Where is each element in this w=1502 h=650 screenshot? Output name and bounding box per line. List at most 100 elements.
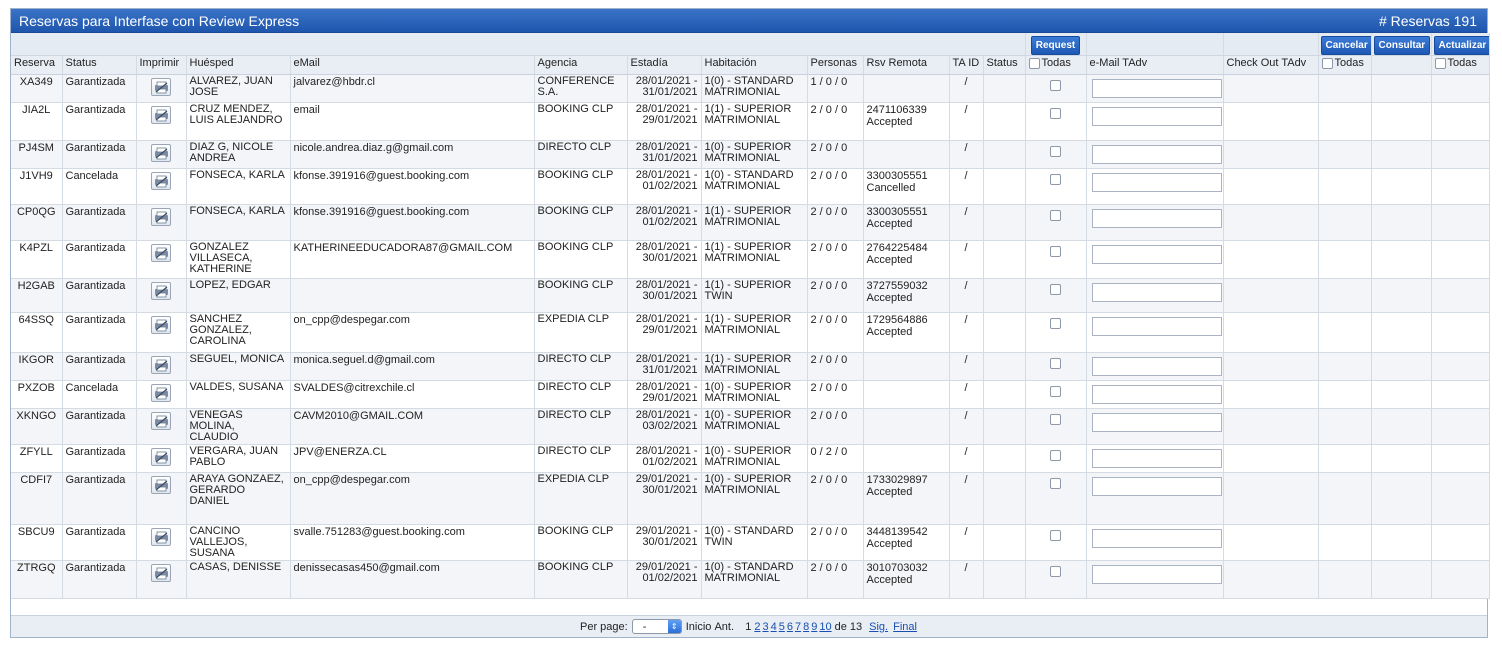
reservation-id[interactable]: IKGOR xyxy=(11,352,63,381)
page-link[interactable]: 3 xyxy=(762,621,768,633)
request-checkbox[interactable] xyxy=(1050,478,1061,489)
request-checkbox[interactable] xyxy=(1050,174,1061,185)
request-checkbox[interactable] xyxy=(1050,566,1061,577)
page-link[interactable]: 6 xyxy=(787,621,793,633)
col-estadia[interactable]: Estadía xyxy=(627,55,702,75)
email-tadv-input[interactable] xyxy=(1091,413,1222,432)
print-icon[interactable] xyxy=(151,282,171,300)
request-checkbox[interactable] xyxy=(1050,284,1061,295)
page-link[interactable]: 7 xyxy=(795,621,801,633)
email-tadv-input[interactable] xyxy=(1091,565,1222,584)
print-icon[interactable] xyxy=(151,244,171,262)
reservation-id[interactable]: XA349 xyxy=(11,74,63,103)
email-tadv-input[interactable] xyxy=(1091,283,1222,302)
reservation-id[interactable]: H2GAB xyxy=(11,278,63,313)
col-status-tadv[interactable]: Status xyxy=(983,55,1026,75)
print-icon[interactable] xyxy=(151,384,171,402)
request-checkbox[interactable] xyxy=(1050,146,1061,157)
email-tadv-input[interactable] xyxy=(1091,173,1222,192)
print-icon[interactable] xyxy=(151,476,171,494)
print-icon[interactable] xyxy=(151,356,171,374)
print-icon[interactable] xyxy=(151,144,171,162)
agency: BOOKING CLP xyxy=(534,168,628,205)
reservation-id[interactable]: 64SSQ xyxy=(11,312,63,353)
reservation-id[interactable]: CP0QG xyxy=(11,204,63,241)
print-icon[interactable] xyxy=(151,448,171,466)
col-rsv-remota[interactable]: Rsv Remota xyxy=(863,55,950,75)
select-all-update-checkbox[interactable] xyxy=(1434,57,1446,69)
email-tadv-input[interactable] xyxy=(1091,449,1222,468)
update-button[interactable]: Actualizar xyxy=(1433,36,1488,55)
tadv-status xyxy=(983,168,1026,205)
col-reserva[interactable]: Reserva xyxy=(11,55,63,75)
col-email[interactable]: eMail xyxy=(290,55,535,75)
email-tadv-input[interactable] xyxy=(1091,529,1222,548)
col-status[interactable]: Status xyxy=(62,55,137,75)
print-icon[interactable] xyxy=(151,528,171,546)
reservation-id[interactable]: XKNGO xyxy=(11,408,63,445)
reservation-status: Garantizada xyxy=(62,444,137,473)
print-icon[interactable] xyxy=(151,412,171,430)
reservation-id[interactable]: J1VH9 xyxy=(11,168,63,205)
request-checkbox[interactable] xyxy=(1050,450,1061,461)
col-email-tadv[interactable]: e-Mail TAdv xyxy=(1086,55,1224,75)
print-icon[interactable] xyxy=(151,106,171,124)
last-page-link[interactable]: Final xyxy=(893,621,917,633)
select-all-request-checkbox[interactable] xyxy=(1028,57,1040,69)
col-habitacion[interactable]: Habitación xyxy=(701,55,808,75)
request-checkbox[interactable] xyxy=(1050,386,1061,397)
request-checkbox[interactable] xyxy=(1050,246,1061,257)
email-tadv-input[interactable] xyxy=(1091,79,1222,98)
select-all-checkout-checkbox[interactable] xyxy=(1321,57,1333,69)
page-link[interactable]: 5 xyxy=(779,621,785,633)
print-icon[interactable] xyxy=(151,316,171,334)
page-link[interactable]: 9 xyxy=(811,621,817,633)
email-tadv-input[interactable] xyxy=(1091,209,1222,228)
page-link[interactable]: 10 xyxy=(819,621,831,633)
page-link[interactable]: 4 xyxy=(771,621,777,633)
col-agencia[interactable]: Agencia xyxy=(534,55,628,75)
print-icon[interactable] xyxy=(151,564,171,582)
print-icon[interactable] xyxy=(151,208,171,226)
first-page-label: Inicio xyxy=(685,620,712,633)
request-checkbox[interactable] xyxy=(1050,318,1061,329)
reservation-id[interactable]: JIA2L xyxy=(11,102,63,141)
email-tadv-input[interactable] xyxy=(1091,107,1222,126)
reservation-id[interactable]: SBCU9 xyxy=(11,524,63,561)
request-checkbox[interactable] xyxy=(1050,210,1061,221)
email-tadv-input[interactable] xyxy=(1091,477,1222,496)
col-ta-id[interactable]: TA ID xyxy=(949,55,984,75)
request-checkbox[interactable] xyxy=(1050,80,1061,91)
reservation-id[interactable]: PJ4SM xyxy=(11,140,63,169)
col-imprimir[interactable]: Imprimir xyxy=(136,55,187,75)
reservation-id[interactable]: PXZOB xyxy=(11,380,63,409)
request-checkbox[interactable] xyxy=(1050,414,1061,425)
request-checkbox[interactable] xyxy=(1050,108,1061,119)
reservation-id[interactable]: K4PZL xyxy=(11,240,63,279)
col-personas[interactable]: Personas xyxy=(807,55,864,75)
page-link[interactable]: 2 xyxy=(754,621,760,633)
next-page-link[interactable]: Sig. xyxy=(869,621,888,633)
cancel-button[interactable]: Cancelar xyxy=(1320,36,1370,55)
email-tadv-input[interactable] xyxy=(1091,317,1222,336)
email-tadv-input[interactable] xyxy=(1091,145,1222,164)
checkout-tadv xyxy=(1223,380,1319,409)
reservation-id[interactable]: CDFI7 xyxy=(11,472,63,525)
email-tadv-input[interactable] xyxy=(1091,245,1222,264)
col-checkout-tadv[interactable]: Check Out TAdv xyxy=(1223,55,1319,75)
col-huesped[interactable]: Huésped xyxy=(186,55,291,75)
reservation-id[interactable]: ZFYLL xyxy=(11,444,63,473)
request-button[interactable]: Request xyxy=(1030,36,1081,55)
per-page-select[interactable]: - ⇕ xyxy=(631,619,682,634)
reservation-id[interactable]: ZTRGQ xyxy=(11,560,63,599)
guest-name: FONSECA, KARLA xyxy=(186,204,291,241)
request-checkbox[interactable] xyxy=(1050,530,1061,541)
tadv-status xyxy=(983,240,1026,279)
page-link[interactable]: 8 xyxy=(803,621,809,633)
print-icon[interactable] xyxy=(151,172,171,190)
request-checkbox[interactable] xyxy=(1050,358,1061,369)
email-tadv-input[interactable] xyxy=(1091,357,1222,376)
consult-button[interactable]: Consultar xyxy=(1373,36,1430,55)
email-tadv-input[interactable] xyxy=(1091,385,1222,404)
print-icon[interactable] xyxy=(151,78,171,96)
